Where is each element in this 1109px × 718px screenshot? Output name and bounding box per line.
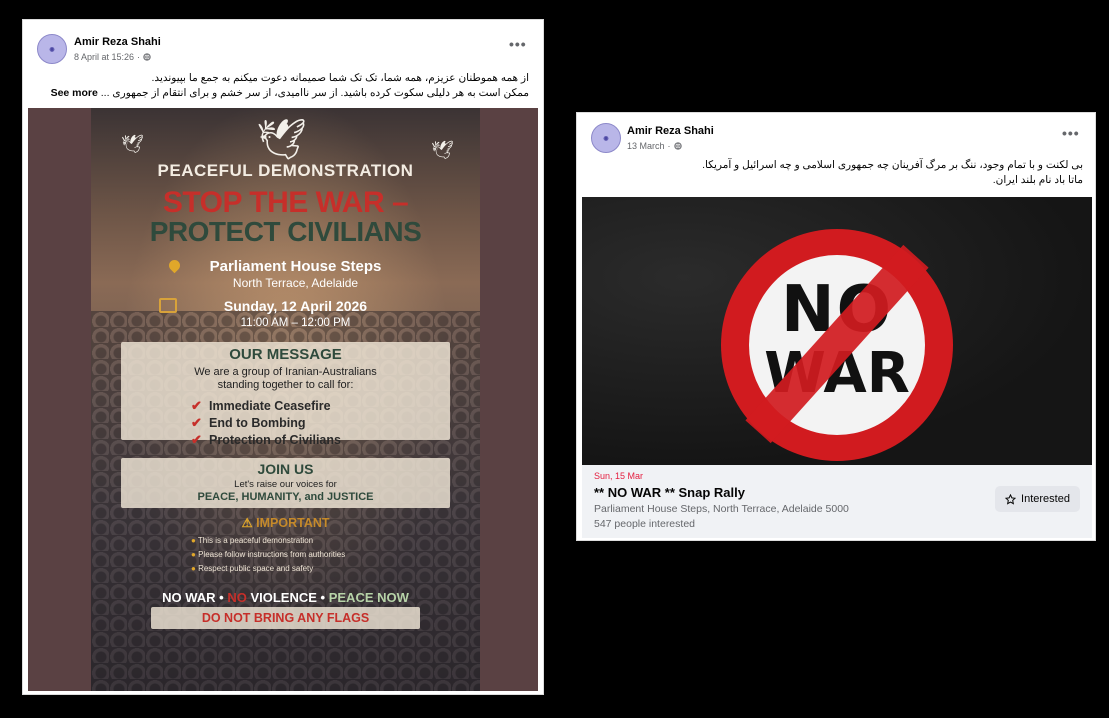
avatar[interactable]: ◉ <box>591 123 621 153</box>
event-card[interactable]: Sun, 15 Mar ** NO WAR ** Snap Rally Parl… <box>582 465 1092 538</box>
avatar-logo: ◉ <box>49 46 55 53</box>
important-item: ● Please follow instructions from author… <box>191 550 346 559</box>
poster-flags-notice: DO NOT BRING ANY FLAGS <box>201 611 370 625</box>
see-more-link[interactable]: See more <box>51 87 98 99</box>
join-line2: PEACE, HUMANITY, and JUSTICE <box>197 491 374 503</box>
checkmark-icon: ✔ <box>191 432 202 447</box>
checkmark-icon: ✔ <box>191 415 202 430</box>
dove-icon: 🕊 <box>121 134 144 154</box>
no-war-sign: NO WAR <box>721 229 953 461</box>
demand-item: Protection of Civilians <box>209 433 341 447</box>
globe-icon <box>143 53 151 61</box>
author-name[interactable]: Amir Reza Shahi <box>74 36 161 48</box>
post-timestamp[interactable]: 8 April at 15:26 <box>74 52 134 62</box>
demonstration-poster: 🕊 🕊 🕊 PEACEFUL DEMONSTRATION STOP THE WA… <box>91 108 480 691</box>
poster-headline-1: STOP THE WAR – <box>162 186 409 219</box>
important-heading: ⚠ IMPORTANT <box>241 516 330 530</box>
post-meta: 13 March · <box>627 141 682 151</box>
avatar[interactable]: ◉ <box>37 34 67 64</box>
demand-item: End to Bombing <box>209 416 306 430</box>
globe-icon <box>673 142 682 150</box>
post-image[interactable]: NO WAR <box>582 197 1092 465</box>
important-item: ● This is a peaceful demonstration <box>191 536 314 545</box>
event-title[interactable]: ** NO WAR ** Snap Rally <box>594 485 745 500</box>
more-options-icon[interactable]: ••• <box>509 36 527 52</box>
poster-date: Sunday, 12 April 2026 <box>223 298 368 314</box>
post-text-line2: ممکن است به هر دلیلی سکوت کرده باشید. از… <box>100 87 529 99</box>
post-text: بی لکنت و با تمام وجود، ننگ بر مرگ آفرین… <box>587 158 1083 188</box>
poster-subtitle: PEACEFUL DEMONSTRATION <box>157 161 414 180</box>
event-location: Parliament House Steps, North Terrace, A… <box>594 503 849 515</box>
interested-button[interactable]: Interested <box>995 486 1080 512</box>
post-text-line1: بی لکنت و با تمام وجود، ننگ بر مرگ آفرین… <box>702 159 1083 171</box>
avatar-logo: ◉ <box>603 135 609 142</box>
post-text: از همه هموطنان عزیزم، همه شما، تک تک شما… <box>33 71 529 101</box>
dove-icon: 🕊 <box>256 118 307 162</box>
demand-item: Immediate Ceasefire <box>209 399 331 413</box>
poster-location-sub: North Terrace, Adelaide <box>232 276 359 290</box>
star-icon <box>1005 493 1017 505</box>
post-image[interactable]: 🕊 🕊 🕊 PEACEFUL DEMONSTRATION STOP THE WA… <box>28 108 538 691</box>
event-interested-count: 547 people interested <box>594 518 695 530</box>
join-heading: JOIN US <box>257 461 314 477</box>
facebook-post-2: ◉ Amir Reza Shahi 13 March · ••• بی لکنت… <box>576 112 1096 541</box>
post-timestamp[interactable]: 13 March <box>627 141 665 151</box>
checkmark-icon: ✔ <box>191 398 202 413</box>
post-text-line2: ماتا باد نام بلند ایران. <box>992 174 1083 186</box>
join-line1: Let's raise our voices for <box>234 479 337 490</box>
important-item: ● Respect public space and safety <box>191 564 314 573</box>
post-header: ◉ Amir Reza Shahi 8 April at 15:26 · ••• <box>23 20 543 68</box>
message-line2: standing together to call for: <box>217 379 354 391</box>
message-line1: We are a group of Iranian-Australians <box>194 366 377 378</box>
facebook-post-1: ◉ Amir Reza Shahi 8 April at 15:26 · •••… <box>22 19 544 695</box>
event-date: Sun, 15 Mar <box>594 471 644 481</box>
poster-location: Parliament House Steps <box>209 258 382 275</box>
author-name[interactable]: Amir Reza Shahi <box>627 125 714 137</box>
post-meta: 8 April at 15:26 · <box>74 52 151 62</box>
post-header: ◉ Amir Reza Shahi 13 March · ••• <box>577 113 1095 161</box>
poster-slogan: NO WAR • NO VIOLENCE • PEACE NOW <box>162 590 409 605</box>
poster-time: 11:00 AM – 12:00 PM <box>240 317 351 329</box>
interested-button-label: Interested <box>1021 493 1070 505</box>
post-text-line1: از همه هموطنان عزیزم، همه شما، تک تک شما… <box>151 72 529 84</box>
warning-icon: ⚠ <box>241 516 253 530</box>
poster-headline-2: PROTECT CIVILIANS <box>149 216 422 247</box>
message-heading: OUR MESSAGE <box>229 346 342 363</box>
more-options-icon[interactable]: ••• <box>1062 125 1080 141</box>
dove-icon: 🕊 <box>431 140 454 160</box>
